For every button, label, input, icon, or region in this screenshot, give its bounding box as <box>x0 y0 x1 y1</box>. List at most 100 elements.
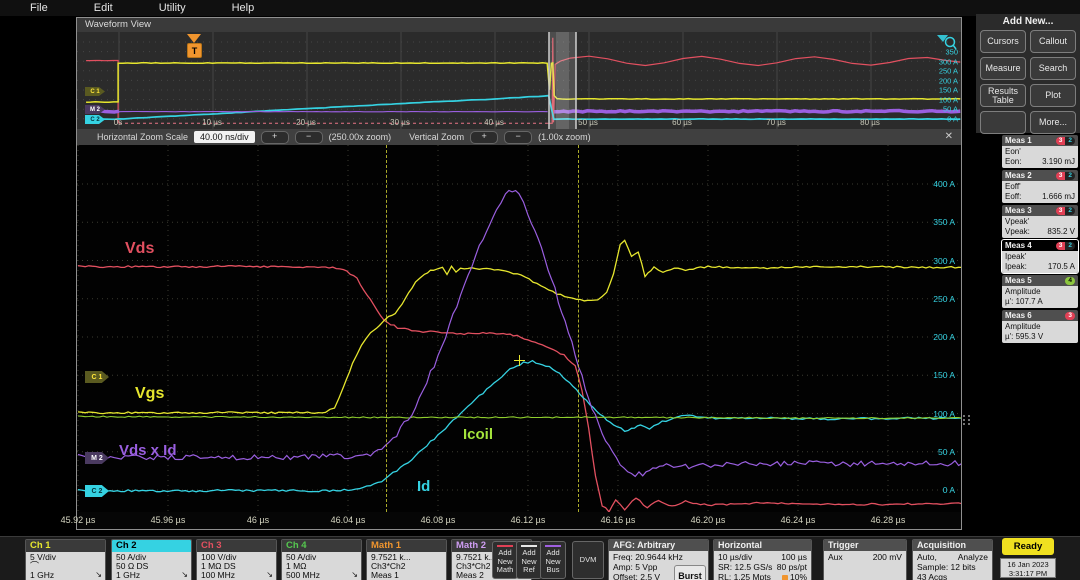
more--button[interactable]: More... <box>1030 111 1076 134</box>
plot-button[interactable]: Plot <box>1030 84 1076 107</box>
time-text: 3:31:17 PM <box>1001 569 1055 578</box>
horizontal-cell: RL: 1.25 Mpts <box>718 572 771 580</box>
acquisition-cell: Auto, <box>917 552 937 562</box>
settings-bar: Ch 15 V/div⌒1 GHz↘Ch 250 A/div50 Ω DS1 G… <box>0 536 1080 580</box>
main-plot <box>77 145 961 512</box>
measure-button[interactable]: Measure <box>980 57 1026 80</box>
meas-label: Eoff: <box>1005 192 1021 202</box>
acquisition-overview[interactable]: T C 1 M 2 C 2 0s10 µs20 µs30 µs40 µs50 µ… <box>77 32 961 129</box>
trace-label-vdsxid: Vds x Id <box>119 442 177 459</box>
channel-badge-ch4[interactable]: Ch 450 A/div1 MΩ500 MHz↘ <box>281 539 362 580</box>
menu-file[interactable]: File <box>30 2 48 14</box>
main-x-tick: 46.08 µs <box>421 515 456 525</box>
menu-edit[interactable]: Edit <box>94 2 113 14</box>
expansion-point-icon <box>782 575 788 580</box>
menu-utility[interactable]: Utility <box>159 2 186 14</box>
meas-badge-meas3[interactable]: Meas 332Vpeak'Vpeak:835.2 V <box>1002 205 1078 238</box>
main-y-tick: 350 A <box>933 217 955 227</box>
panel-splitter-handle[interactable] <box>963 415 971 425</box>
meas-line1: Eon' <box>1005 147 1075 157</box>
meas-badge-meas5[interactable]: Meas 54Amplitudeµ': 107.7 A <box>1002 275 1078 308</box>
callout-button[interactable]: Callout <box>1030 30 1076 53</box>
main-y-tick: 50 A <box>938 447 955 457</box>
overview-y-tick: 300 A <box>939 57 958 66</box>
cursor-marker[interactable] <box>514 355 525 366</box>
channel-badge-ch3[interactable]: Ch 3100 V/div1 MΩ DS100 MHz↘ <box>196 539 277 580</box>
trigger-arrow-icon[interactable] <box>187 34 201 43</box>
trigger-badge[interactable]: TriggerAux200 mV <box>823 539 907 580</box>
trace-power-post <box>554 111 960 113</box>
main-x-axis: 45.92 µs45.96 µs46 µs46.04 µs46.08 µs46.… <box>77 512 961 529</box>
horizontal-cell: SR: 12.5 GS/s <box>718 562 772 572</box>
meas-label: Ipeak: <box>1005 262 1027 272</box>
meas-line1: Vpeak' <box>1005 217 1075 227</box>
meas-name: Meas 5 <box>1005 276 1032 285</box>
main-x-tick: 46.20 µs <box>691 515 726 525</box>
zoomed-waveform-plot[interactable]: Vds Vgs Vds x Id Icoil Id C 1 M 2 C 2 40… <box>77 145 961 512</box>
main-y-tick: 250 A <box>933 294 955 304</box>
acquisition-cell: 43 Acqs <box>917 572 947 580</box>
vzoom-plus-button[interactable]: + <box>470 131 498 144</box>
horizontal-cell: 10 µs/div <box>718 552 752 562</box>
cursors-button[interactable]: Cursors <box>980 30 1026 53</box>
measurement-badges: Meas 132Eon'Eon:3.190 mJMeas 232Eoff'Eof… <box>1002 135 1078 343</box>
meas-name: Meas 6 <box>1005 311 1032 320</box>
measurement-gate-right[interactable] <box>578 145 579 512</box>
meas-value: 170.5 A <box>1048 262 1075 272</box>
add-new-bus-button[interactable]: AddNewBus <box>540 541 566 579</box>
channel-bandwidth: 1 GHz <box>30 571 101 580</box>
channel-name: Ch 1 <box>26 540 105 552</box>
overview-x-tick: 30 µs <box>390 118 410 127</box>
hzoom-minus-button[interactable]: − <box>295 131 323 144</box>
meas-source-badge: 32 <box>1056 137 1075 145</box>
overview-y-tick: 350 <box>945 48 958 57</box>
overview-x-tick: 80 µs <box>860 118 880 127</box>
channel-badge-math1[interactable]: Math 19.7521 k...Ch3*Ch2Meas 1 <box>366 539 447 580</box>
meas-badge-meas4[interactable]: Meas 432Ipeak'Ipeak:170.5 A <box>1002 240 1078 273</box>
meas-badge-meas2[interactable]: Meas 232Eoff'Eoff:1.666 mJ <box>1002 170 1078 203</box>
add-new-ref-button[interactable]: AddNewRef <box>516 541 542 579</box>
acquisition-cell: Analyze <box>958 552 988 562</box>
date-text: 16 Jan 2023 <box>1001 560 1055 569</box>
hzoom-plus-button[interactable]: + <box>261 131 289 144</box>
burst-button[interactable]: Burst <box>674 565 706 580</box>
meas-label: µ': 107.7 A <box>1005 297 1043 307</box>
meas-badge-meas1[interactable]: Meas 132Eon'Eon:3.190 mJ <box>1002 135 1078 168</box>
meas-label: Eon: <box>1005 157 1021 167</box>
overview-x-tick: 60 µs <box>672 118 692 127</box>
channel-scale: 5 V/div <box>30 553 101 562</box>
close-zoom-icon[interactable]: ✕ <box>945 131 953 142</box>
horizontal-title: Horizontal <box>714 540 811 551</box>
results-table-button[interactable]: Results Table <box>980 84 1026 107</box>
zoom-tool-button[interactable] <box>980 111 1026 134</box>
vzoom-label: Vertical Zoom <box>409 132 464 142</box>
vzoom-factor: (1.00x zoom) <box>538 132 591 142</box>
trace-id <box>78 361 961 492</box>
acquisition-badge[interactable]: AcquisitionAuto,AnalyzeSample: 12 bits43… <box>912 539 993 580</box>
afg-badge[interactable]: AFG: ArbitraryFreq: 20.9644 kHzAmp: 5 Vp… <box>608 539 709 580</box>
menu-help[interactable]: Help <box>232 2 255 14</box>
meas-name: Meas 1 <box>1005 136 1032 145</box>
main-x-tick: 45.96 µs <box>151 515 186 525</box>
meas-name: Meas 4 <box>1005 241 1032 250</box>
add-new-panel: Add New... CursorsCalloutMeasureSearchRe… <box>976 14 1080 133</box>
channel-badge-ch2[interactable]: Ch 250 A/div50 Ω DS1 GHz↘ <box>111 539 192 580</box>
dvm-button[interactable]: DVM <box>572 541 604 579</box>
hzoom-scale-value[interactable]: 40.00 ns/div <box>194 131 255 143</box>
search-button[interactable]: Search <box>1030 57 1076 80</box>
oscilloscope-app: FileEditUtilityHelp Waveform View T C 1 … <box>0 0 1080 580</box>
overview-x-tick: 10 µs <box>202 118 222 127</box>
meas-line1: Ipeak' <box>1005 252 1075 262</box>
trace-vds-post-ripple <box>561 56 961 65</box>
vzoom-minus-button[interactable]: − <box>504 131 532 144</box>
trace-vds-x-id <box>78 191 961 477</box>
meas-badge-meas6[interactable]: Meas 63Amplitudeµ': 595.3 V <box>1002 310 1078 343</box>
horizontal-badge[interactable]: Horizontal10 µs/div100 µsSR: 12.5 GS/s80… <box>713 539 812 580</box>
meas-source-badge: 32 <box>1056 207 1075 215</box>
measurement-gate-left[interactable] <box>386 145 387 512</box>
add-new-math-button[interactable]: AddNewMath <box>492 541 518 579</box>
trigger-flag[interactable]: T <box>187 43 202 58</box>
channel-badge-ch1[interactable]: Ch 15 V/div⌒1 GHz↘ <box>25 539 106 580</box>
main-x-tick: 46.12 µs <box>511 515 546 525</box>
datetime-display: 16 Jan 2023 3:31:17 PM <box>1000 558 1056 578</box>
